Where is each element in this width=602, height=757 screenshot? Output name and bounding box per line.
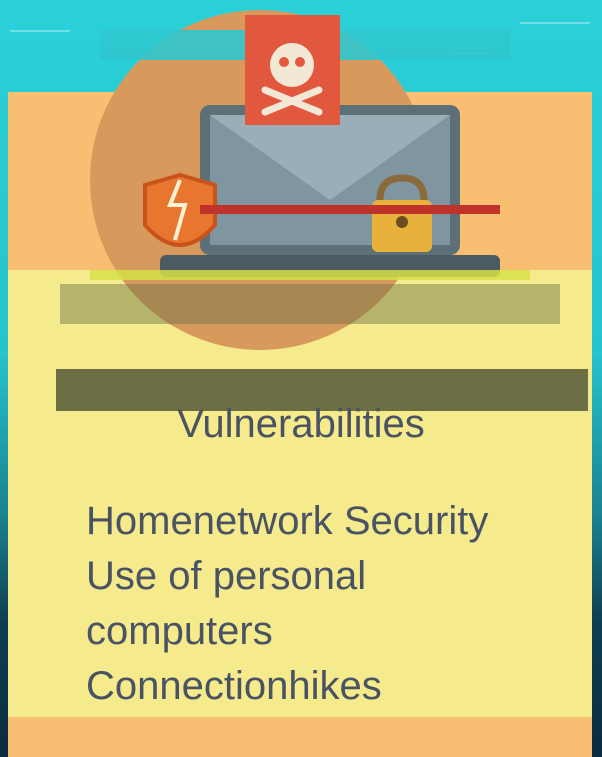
bullet-list: Homenetwork Security Use of personal com… <box>86 494 586 714</box>
card-footer-band <box>8 717 592 757</box>
list-item: Connectionhikes <box>86 664 382 708</box>
slide-title: Vulnerabilities <box>177 402 425 446</box>
list-item: computers <box>86 609 273 653</box>
list-item: Homenetwork Security <box>86 499 489 543</box>
security-illustration <box>60 10 560 350</box>
slide: { "slide": { "title": "Vulnerabilities",… <box>0 0 602 757</box>
list-item: Use of personal <box>86 554 367 598</box>
glitch-line <box>200 205 500 214</box>
glitch-band <box>60 284 560 324</box>
glitch-line <box>90 270 530 280</box>
